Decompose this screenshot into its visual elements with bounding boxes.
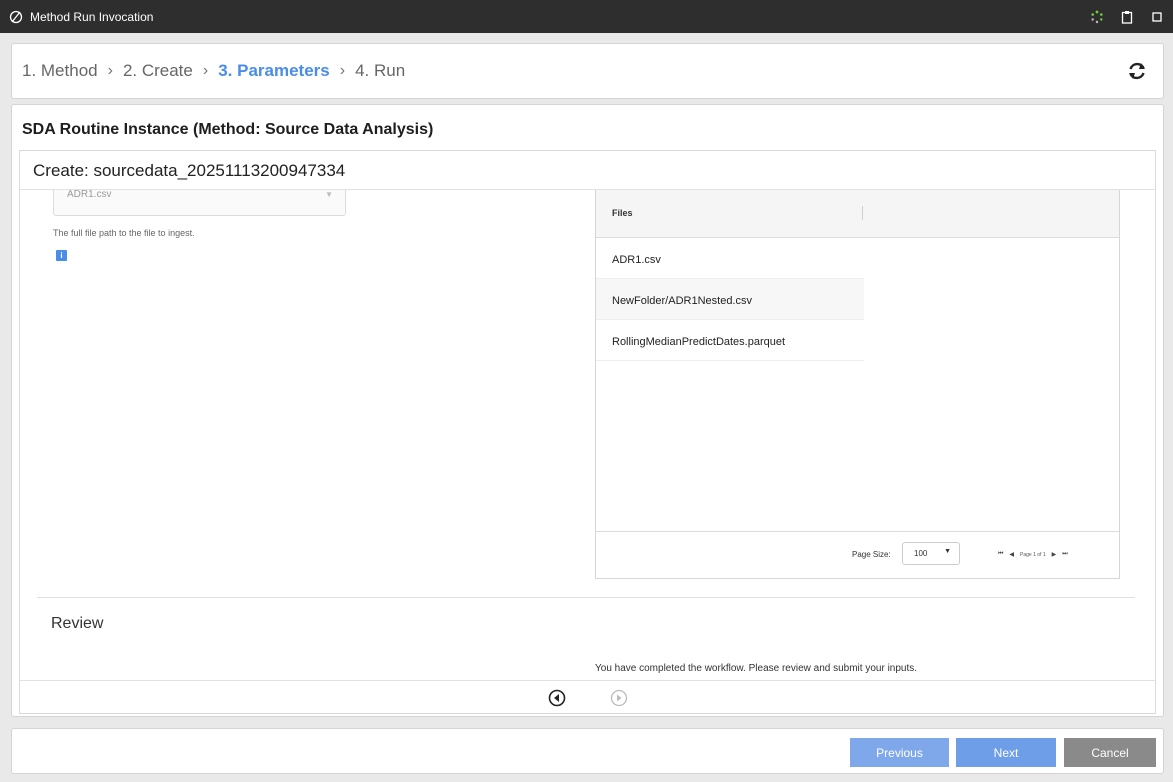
files-grid-row[interactable]: NewFolder/ADR1Nested.csv [596,279,864,320]
method-logo-icon [8,9,24,25]
main-content: SDA Routine Instance (Method: Source Dat… [11,104,1164,717]
footer-actions: Previous Next Cancel [11,728,1164,774]
clipboard-icon[interactable] [1119,9,1135,25]
files-grid-header: Files [596,190,1119,238]
cancel-button[interactable]: Cancel [1064,738,1156,767]
review-divider [37,597,1135,598]
files-grid-row[interactable]: RollingMedianPredictDates.parquet [596,320,864,361]
step-create[interactable]: 2. Create [123,61,193,81]
files-column-header[interactable]: Files [612,208,633,218]
column-resizer[interactable] [862,206,863,220]
review-message: You have completed the workflow. Please … [595,663,918,674]
step-parameters[interactable]: 3. Parameters [218,61,330,81]
files-grid-footer: Page Size: 100 ▼ ⏮ ◀ Page 1 of 1 ▶ ⏭ [596,531,1119,578]
maximize-icon[interactable] [1149,9,1165,25]
chevron-right-icon: › [107,62,113,79]
create-panel: Create: sourcedata_20251113200947334 ADR… [19,150,1156,714]
page-info: Page 1 of 1 [1020,551,1046,558]
page-size-label: Page Size: [852,550,891,559]
previous-button[interactable]: Previous [850,738,949,767]
first-page-icon[interactable]: ⏮ [998,551,1003,558]
panel-navigation [20,680,1155,714]
next-page-icon[interactable]: ▶ [1052,551,1057,558]
chevron-right-icon: › [339,62,346,79]
forward-circle-icon[interactable] [610,689,628,707]
wizard-steps-bar: 1. Method › 2. Create › 3. Parameters › … [11,43,1164,99]
pagination: ⏮ ◀ Page 1 of 1 ▶ ⏭ [998,551,1068,558]
chevron-down-icon: ▼ [944,548,951,555]
files-grid: Files ADR1.csv NewFolder/ADR1Nested.csv … [595,190,1120,579]
window-titlebar: Method Run Invocation [0,0,1173,33]
panel-title: Create: sourcedata_20251113200947334 [33,161,346,180]
page-title: SDA Routine Instance (Method: Source Dat… [22,121,434,138]
file-path-help-text: The full file path to the file to ingest… [53,228,195,238]
window-title: Method Run Invocation [30,9,154,24]
wizard-steps: 1. Method › 2. Create › 3. Parameters › … [22,61,1125,81]
review-title: Review [51,615,104,632]
back-circle-icon[interactable] [548,689,566,707]
file-path-value: ADR1.csv [67,189,112,200]
step-run[interactable]: 4. Run [355,61,405,81]
page-size-select[interactable]: 100 ▼ [902,542,960,565]
panel-body: ADR1.csv ▼ The full file path to the fil… [20,189,1155,680]
spinner-icon [1089,9,1105,25]
last-page-icon[interactable]: ⏭ [1062,551,1067,558]
files-grid-row[interactable]: ADR1.csv [596,238,864,279]
chevron-down-icon: ▼ [325,190,333,199]
step-method[interactable]: 1. Method [22,61,98,81]
file-path-select[interactable]: ADR1.csv ▼ [53,189,346,216]
chevron-right-icon: › [202,62,209,79]
refresh-icon[interactable] [1125,59,1149,83]
prev-page-icon[interactable]: ◀ [1009,551,1014,558]
next-button[interactable]: Next [956,738,1056,767]
info-icon[interactable]: i [56,250,67,261]
page-size-value: 100 [914,549,928,558]
